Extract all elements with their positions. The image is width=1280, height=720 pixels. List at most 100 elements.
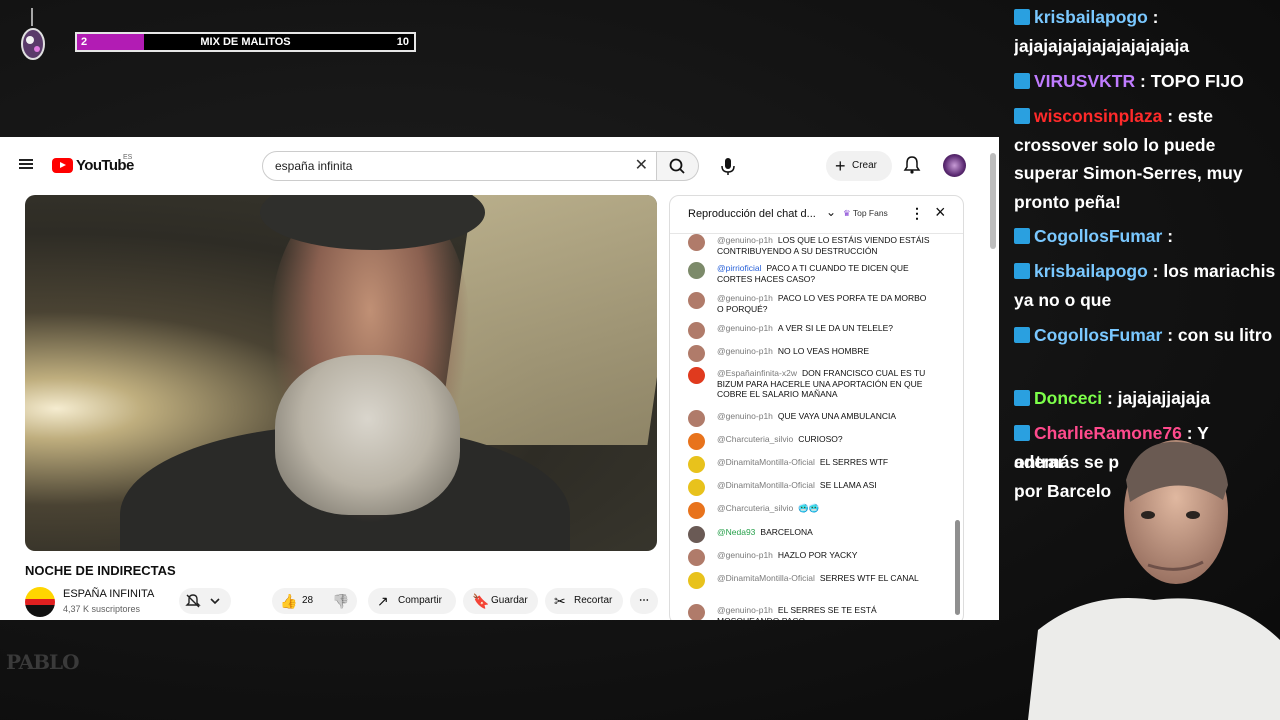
chat-message: @Charcuteria_silvio CURIOSO? [670,433,940,450]
chat-badge-icon [1014,327,1030,343]
channel-name[interactable]: ESPAÑA INFINITA [63,588,154,600]
streamer-logo-icon [21,8,45,60]
stream-chat-separator: : [1147,261,1164,281]
chat-options-icon[interactable]: ⋮ [910,205,924,222]
chat-message: @genuino-p1h HAZLO POR YACKY [670,549,940,566]
notifications-bell-icon[interactable] [902,155,922,175]
clip-button[interactable]: ✂ Recortar [545,588,623,614]
like-dislike-buttons[interactable]: 👍 28 👎 [272,588,357,614]
goal-progress-bar: 2 MIX DE MALITOS 10 [75,32,416,52]
stream-chat-separator: : [1135,71,1151,91]
goal-title: MIX DE MALITOS [200,36,291,48]
chat-author-name[interactable]: @genuino-p1h [717,605,773,615]
chat-badge-icon [1014,390,1030,406]
chat-author-avatar[interactable] [688,572,705,589]
chat-author-name[interactable]: @genuino-p1h [717,346,773,356]
video-player[interactable] [25,195,657,551]
chat-author-avatar[interactable] [688,322,705,339]
chat-message-text: 🥶🥶 [798,503,820,513]
chat-author-name[interactable]: @genuino-p1h [717,323,773,333]
thumbs-up-icon[interactable]: 👍 [280,588,297,614]
search-icon [669,158,685,174]
subscription-bell-button[interactable] [179,588,231,614]
video-person-beard [275,355,460,515]
thumbs-down-icon[interactable]: 👎 [332,588,349,614]
chat-author-name[interactable]: @Charcuteria_silvio [717,503,793,513]
menu-icon[interactable] [19,159,33,169]
chat-message-text: BARCELONA [760,527,813,537]
stream-chat-user: krisbailapogo [1034,7,1148,27]
stream-chat-text: jajajajajajajajajajajaja [1014,35,1190,56]
live-chat-title[interactable]: Reproducción del chat d... [688,208,816,220]
chat-message: @pirrioficial PACO A TI CUANDO TE DICEN Q… [670,262,940,284]
chat-author-avatar[interactable] [688,456,705,473]
clear-search-icon[interactable]: ✕ [635,152,648,180]
stream-chat-message: CogollosFumar : con su litro [1014,321,1276,350]
chat-author-avatar[interactable] [688,549,705,566]
chat-author-avatar[interactable] [688,526,705,543]
chat-author-name[interactable]: @genuino-p1h [717,293,773,303]
chat-author-avatar[interactable] [688,604,705,620]
chat-author-avatar[interactable] [688,479,705,496]
chat-author-name[interactable]: @DinamitaMontilla-Oficial [717,480,815,490]
stream-chat-separator: : [1162,226,1174,246]
chat-scrollbar[interactable] [955,520,960,615]
webcam-feed [1028,440,1280,720]
chat-message-text: NO LO VEAS HOMBRE [777,346,870,356]
create-button[interactable]: + Crear [826,151,892,181]
chat-author-avatar[interactable] [688,433,705,450]
chat-author-name[interactable]: @pirrioficial [717,263,762,273]
chat-message: @Charcuteria_silvio 🥶🥶 [670,502,940,519]
chat-message-text: A VER SI LE DA UN TELELE? [777,323,894,333]
stream-chat-message: VIRUSVKTR : TOPO FIJO [1014,67,1276,96]
channel-avatar[interactable] [25,587,55,617]
chat-message: @genuino-p1h A VER SI LE DA UN TELELE? [670,322,940,339]
chat-author-name[interactable]: @Neda93 [717,527,755,537]
chat-author-avatar[interactable] [688,410,705,427]
chat-author-avatar[interactable] [688,234,705,251]
streamer-watermark: PABLO [6,650,80,674]
chat-badge-icon [1014,9,1030,25]
chat-author-name[interactable]: @DinamitaMontilla-Oficial [717,573,815,583]
page-scrollbar[interactable] [990,153,996,249]
chat-author-avatar[interactable] [688,262,705,279]
bookmark-icon: 🔖 [472,593,490,609]
stream-chat-message: krisbailapogo : los mariachis ya no o qu… [1014,257,1276,314]
chat-author-name[interactable]: @genuino-p1h [717,411,773,421]
chat-author-name[interactable]: @Charcuteria_silvio [717,434,793,444]
top-fans-badge[interactable]: ♛ Top Fans [843,208,888,219]
chat-message-text: EL SERRES WTF [819,457,889,467]
stream-chat-user: CogollosFumar [1034,226,1163,246]
chat-author-avatar[interactable] [688,345,705,362]
chat-message: @Neda93 BARCELONA [670,526,940,543]
chat-author-avatar[interactable] [688,367,705,384]
chat-message-text: SERRES WTF EL CANAL [819,573,919,583]
search-input[interactable]: españa infinita ✕ [262,151,657,181]
chat-message: @genuino-p1h LOS QUE LO ESTÁIS VIENDO EST… [670,234,940,256]
share-button[interactable]: ↗ Compartir [368,588,456,614]
chevron-down-icon[interactable]: ⌄ [826,205,836,219]
stream-chat-message: Donceci : jajajajjajaja [1014,384,1276,413]
stream-chat-separator: : [1147,7,1159,27]
chat-author-avatar[interactable] [688,292,705,309]
chat-author-name[interactable]: @DinamitaMontilla-Oficial [717,457,815,467]
voice-search-button[interactable] [713,151,743,181]
goal-target: 10 [396,36,409,48]
more-actions-button[interactable]: ⋯ [630,588,658,614]
account-avatar[interactable] [943,154,966,177]
chat-author-name[interactable]: @genuino-p1h [717,550,773,560]
save-button[interactable]: 🔖 Guardar [463,588,538,614]
chat-author-name[interactable]: @genuino-p1h [717,235,773,245]
youtube-header: YouTube ES españa infinita ✕ + Crear [0,137,999,193]
chat-author-avatar[interactable] [688,502,705,519]
chat-author-name[interactable]: @Españainfinita-x2w [717,368,797,378]
youtube-logo[interactable]: YouTube ES [52,154,134,174]
stream-chat-message: CogollosFumar : [1014,222,1276,251]
chat-message-text: CURIOSO? [798,434,843,444]
stream-chat-separator: : [1162,325,1178,345]
like-count: 28 [302,595,314,606]
search-value: españa infinita [275,159,353,173]
close-chat-icon[interactable]: × [935,202,946,223]
search-button[interactable] [657,151,699,181]
chat-message: @genuino-p1h QUE VAYA UNA AMBULANCIA [670,410,940,427]
